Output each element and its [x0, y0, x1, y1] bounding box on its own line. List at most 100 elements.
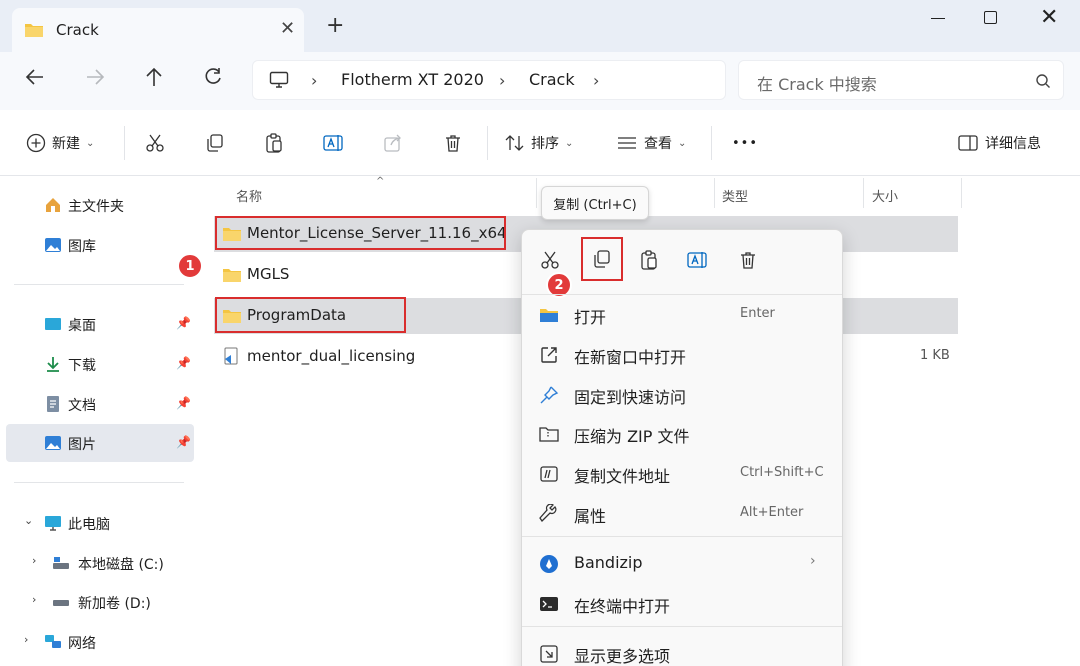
column-divider [714, 178, 715, 208]
menu-item-bandizip[interactable]: Bandizip › [526, 545, 838, 581]
paste-icon [266, 133, 282, 153]
close-window-button[interactable]: ✕ [1040, 5, 1058, 30]
search-input[interactable]: 在 Crack 中搜索 [738, 60, 1064, 100]
menu-item-open-new-window[interactable]: 在新窗口中打开 [526, 336, 838, 372]
details-pane-button[interactable]: 详细信息 [957, 130, 1041, 156]
pin-icon[interactable]: 📌 [176, 316, 191, 330]
plus-circle-icon [26, 133, 46, 153]
menu-divider [522, 626, 842, 627]
copy-button[interactable] [205, 130, 225, 156]
address-bar[interactable]: › Flotherm XT 2020 › Crack › [252, 60, 726, 100]
cut-button[interactable] [532, 244, 568, 276]
folder-icon [24, 22, 44, 42]
chevron-down-icon: ⌄ [678, 137, 687, 149]
sidebar-label: 本地磁盘 (C:) [78, 557, 164, 573]
rename-button[interactable] [680, 244, 716, 276]
details-label: 详细信息 [985, 136, 1041, 152]
forward-button[interactable] [84, 66, 106, 94]
cut-button[interactable] [145, 130, 165, 156]
home-icon [46, 198, 60, 212]
sidebar-label: 图片 [68, 437, 96, 453]
back-button[interactable] [24, 66, 46, 94]
pin-icon[interactable]: 📌 [176, 435, 191, 449]
scissors-icon [146, 134, 164, 152]
tab-crack[interactable]: Crack ✕ [12, 8, 304, 54]
column-header-name[interactable]: 名称 [236, 186, 262, 205]
column-divider [536, 178, 537, 208]
sort-label: 排序 [531, 136, 559, 152]
sidebar-item-drive-c[interactable]: › 本地磁盘 (C:) [6, 544, 194, 582]
delete-button[interactable] [443, 130, 463, 156]
minimize-button[interactable] [928, 8, 948, 28]
maximize-button[interactable] [984, 11, 997, 24]
new-button[interactable]: 新建 ⌄ [26, 130, 94, 156]
share-button[interactable] [383, 130, 403, 156]
menu-item-open[interactable]: 打开 Enter [526, 296, 838, 332]
expand-icon[interactable]: › [24, 633, 28, 646]
search-icon [1035, 73, 1051, 93]
column-header-size[interactable]: 大小 [872, 186, 898, 205]
menu-item-label: 压缩为 ZIP 文件 [574, 427, 690, 446]
drive-c-icon [53, 557, 69, 569]
pin-icon[interactable]: 📌 [176, 356, 191, 370]
paste-button[interactable] [264, 130, 284, 156]
desktop-icon [45, 318, 61, 330]
refresh-button[interactable] [203, 66, 223, 94]
expand-icon[interactable]: › [32, 554, 36, 567]
breadcrumb-flotherm[interactable]: Flotherm XT 2020 [341, 70, 484, 89]
sort-button[interactable]: 排序 ⌄ [505, 130, 573, 156]
menu-item-compress-zip[interactable]: 压缩为 ZIP 文件 [526, 415, 838, 451]
share-icon [384, 134, 401, 152]
download-icon [47, 357, 59, 372]
highlight-box [215, 297, 406, 333]
sidebar-item-pictures[interactable]: 图片 📌 [6, 424, 194, 462]
sidebar-item-drive-d[interactable]: › 新加卷 (D:) [6, 583, 194, 621]
sidebar-item-desktop[interactable]: 桌面 📌 [6, 305, 194, 343]
view-button[interactable]: 查看 ⌄ [616, 130, 686, 156]
up-button[interactable] [144, 66, 164, 94]
sidebar-label: 网络 [68, 636, 96, 652]
sidebar-item-this-pc[interactable]: ⌄ 此电脑 [6, 504, 194, 542]
menu-item-label: 固定到快速访问 [574, 388, 687, 407]
refresh-icon [205, 68, 221, 84]
breadcrumb-separator-icon: › [311, 71, 318, 90]
view-icon [618, 137, 636, 149]
sidebar-item-gallery[interactable]: 图库 [6, 226, 194, 264]
menu-item-copy-path[interactable]: 复制文件地址 Ctrl+Shift+C [526, 455, 838, 491]
folder-icon [223, 269, 241, 282]
sidebar-item-downloads[interactable]: 下载 📌 [6, 345, 194, 383]
menu-item-open-terminal[interactable]: 在终端中打开 [526, 585, 838, 621]
expand-icon[interactable]: ⌄ [24, 514, 33, 527]
show-more-options-icon [540, 645, 558, 663]
sidebar-label: 桌面 [68, 318, 96, 334]
sidebar-item-documents[interactable]: 文档 📌 [6, 385, 194, 423]
paste-button[interactable] [631, 244, 667, 276]
sidebar-label: 此电脑 [68, 517, 110, 533]
menu-item-label: 复制文件地址 [574, 467, 671, 486]
delete-button[interactable] [730, 244, 766, 276]
toolbar-divider [711, 126, 712, 160]
sidebar-label: 文档 [68, 398, 96, 414]
sidebar-item-home[interactable]: 主文件夹 [6, 186, 194, 224]
more-icon: ••• [732, 135, 759, 151]
sidebar-item-network[interactable]: › 网络 [6, 623, 194, 661]
column-header-type[interactable]: 类型 [722, 186, 748, 205]
sidebar-divider [14, 482, 184, 483]
step-badge-1: 1 [177, 253, 203, 279]
menu-divider [522, 536, 842, 537]
copy-button[interactable] [581, 237, 623, 281]
menu-item-show-more-options[interactable]: 显示更多选项 [526, 635, 838, 666]
tab-title: Crack [56, 21, 99, 39]
expand-icon[interactable]: › [32, 593, 36, 606]
pin-icon[interactable]: 📌 [176, 396, 191, 410]
breadcrumb-crack[interactable]: Crack [529, 70, 575, 89]
menu-item-label: 打开 [574, 308, 607, 327]
new-tab-button[interactable]: + [326, 15, 344, 37]
menu-item-pin-quick-access[interactable]: 固定到快速访问 [526, 376, 838, 412]
menu-item-label: 在终端中打开 [574, 597, 671, 616]
tab-close-icon[interactable]: ✕ [280, 18, 295, 39]
menu-item-properties[interactable]: 属性 Alt+Enter [526, 495, 838, 531]
rename-button[interactable] [323, 130, 345, 156]
menu-item-shortcut: Ctrl+Shift+C [740, 465, 824, 480]
more-options-button[interactable]: ••• [732, 130, 758, 156]
